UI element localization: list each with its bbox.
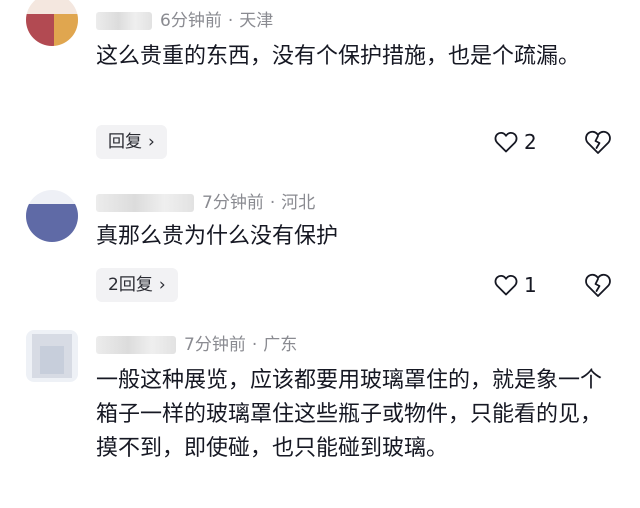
comment-text: 这么贵重的东西，没有个保护措施，也是个疏漏。	[96, 44, 581, 69]
reply-label: 回复	[108, 132, 142, 152]
comment-time: 7分钟前	[184, 335, 246, 355]
comment-meta: 7分钟前 · 广东	[96, 332, 297, 358]
like-button[interactable]: 2	[494, 125, 537, 159]
meta-separator: ·	[227, 11, 234, 31]
username-blurred[interactable]	[96, 336, 176, 354]
avatar-image	[26, 190, 78, 242]
broken-heart-icon[interactable]	[584, 129, 612, 155]
chevron-right-icon: ›	[148, 132, 155, 152]
comment-meta: 6分钟前 · 天津	[96, 8, 273, 34]
username-blurred[interactable]	[96, 194, 194, 212]
comment-location: 河北	[281, 193, 316, 213]
broken-heart-icon[interactable]	[584, 272, 612, 298]
reply-label: 2回复	[108, 275, 153, 295]
comment-location: 天津	[239, 11, 274, 31]
like-count: 1	[524, 273, 537, 297]
comment-time: 7分钟前	[202, 193, 264, 213]
comment-time: 6分钟前	[160, 11, 222, 31]
heart-outline-icon	[494, 131, 518, 153]
avatar[interactable]	[26, 330, 78, 382]
chevron-right-icon: ›	[158, 275, 166, 295]
like-button[interactable]: 1	[494, 268, 537, 302]
avatar[interactable]	[26, 190, 78, 242]
meta-separator: ·	[251, 335, 258, 355]
comment-text: 一般这种展览，应该都要用玻璃罩住的，就是象一个箱子一样的玻璃罩住这些瓶子或物件，…	[96, 368, 603, 461]
avatar-image	[26, 0, 78, 46]
avatar-image	[26, 330, 78, 382]
heart-outline-icon	[494, 274, 518, 296]
avatar[interactable]	[26, 0, 78, 46]
meta-separator: ·	[269, 193, 276, 213]
comment-location: 广东	[263, 335, 298, 355]
like-count: 2	[524, 130, 537, 154]
reply-button[interactable]: 2回复 ›	[96, 268, 178, 302]
comment-meta: 7分钟前 · 河北	[96, 190, 315, 216]
comment-text: 真那么贵为什么没有保护	[96, 224, 339, 249]
username-blurred[interactable]	[96, 12, 152, 30]
reply-button[interactable]: 回复 ›	[96, 125, 167, 159]
